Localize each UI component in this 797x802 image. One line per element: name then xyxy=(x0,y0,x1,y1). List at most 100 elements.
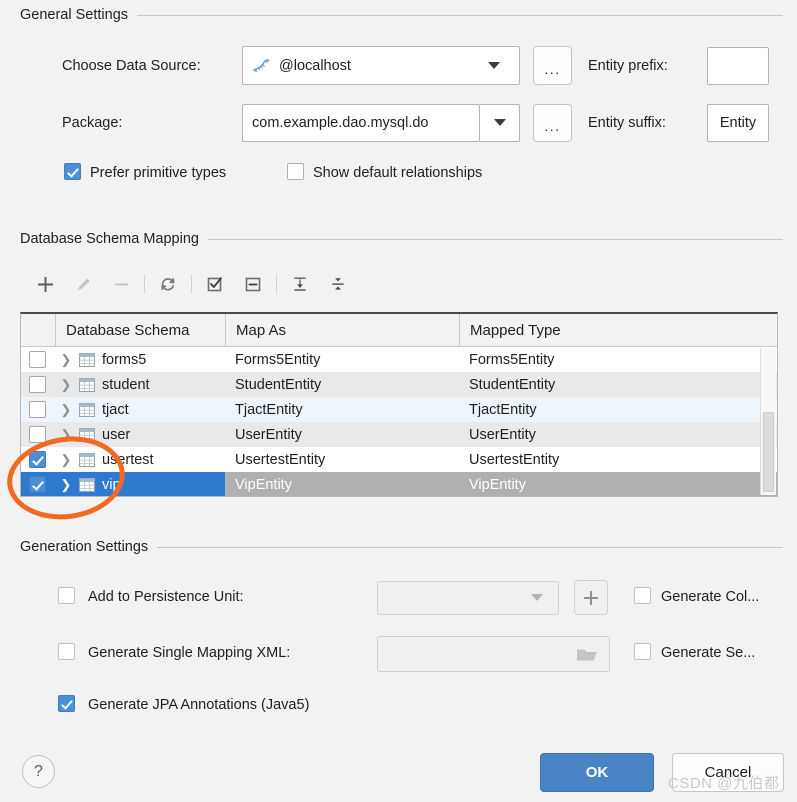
table-body: ❯ forms5 Forms5Entity Forms5Entity ❯ student S… xyxy=(21,347,777,496)
row-map-as-cell[interactable]: UsertestEntity xyxy=(225,447,459,472)
generate-single-mapping-xml-label: Generate Single Mapping XML: xyxy=(88,645,291,661)
row-map-as-cell[interactable]: Forms5Entity xyxy=(225,347,459,372)
remove-button[interactable] xyxy=(102,270,140,298)
row-schema-cell[interactable]: ❯ usertest xyxy=(55,447,225,472)
add-button[interactable] xyxy=(26,270,64,298)
row-map-as-value: UserEntity xyxy=(235,426,302,443)
generate-columns-checkbox[interactable] xyxy=(634,587,651,604)
checked-box-icon xyxy=(207,277,222,292)
data-source-label: Choose Data Source: xyxy=(62,58,201,74)
generate-separate-checkbox[interactable] xyxy=(634,643,651,660)
package-browse-button[interactable]: ... xyxy=(533,104,572,142)
row-mapped-type-value: UsertestEntity xyxy=(469,451,560,468)
chevron-down-icon[interactable] xyxy=(494,119,506,126)
table-row[interactable]: ❯ tjact TjactEntity TjactEntity xyxy=(21,397,777,422)
row-checkbox-cell[interactable] xyxy=(21,397,55,422)
schema-mapping-group-title: Database Schema Mapping xyxy=(20,230,783,248)
row-checkbox-cell[interactable] xyxy=(21,447,55,472)
folder-icon[interactable] xyxy=(576,646,598,667)
row-schema-cell[interactable]: ❯ user xyxy=(55,422,225,447)
generate-single-mapping-xml-checkbox[interactable] xyxy=(58,643,75,660)
package-input[interactable]: com.example.dao.mysql.do xyxy=(242,104,480,142)
deselect-all-button[interactable] xyxy=(234,270,272,298)
generation-settings-group-title: Generation Settings xyxy=(20,538,783,556)
row-map-as-value: UsertestEntity xyxy=(235,451,326,468)
row-map-as-cell[interactable]: TjactEntity xyxy=(225,397,459,422)
row-checkbox[interactable] xyxy=(29,426,46,443)
row-schema-cell[interactable]: ❯ student xyxy=(55,372,225,397)
generate-jpa-annotations-checkbox[interactable] xyxy=(58,695,75,712)
table-row[interactable]: ❯ usertest UsertestEntity UsertestEntity xyxy=(21,447,777,472)
row-checkbox[interactable] xyxy=(29,401,46,418)
chevron-down-icon[interactable] xyxy=(488,62,500,69)
collapse-all-button[interactable] xyxy=(319,270,357,298)
row-schema-name: usertest xyxy=(102,451,154,468)
row-checkbox[interactable] xyxy=(29,451,46,468)
table-row[interactable]: ❯ student StudentEntity StudentEntity xyxy=(21,372,777,397)
chevron-right-icon[interactable]: ❯ xyxy=(55,477,77,493)
prefer-primitive-types-label: Prefer primitive types xyxy=(90,165,227,181)
row-mapped-type-cell[interactable]: UserEntity xyxy=(459,422,777,447)
chevron-right-icon[interactable]: ❯ xyxy=(55,377,77,393)
add-persistence-unit-button[interactable] xyxy=(574,580,608,615)
generate-separate-label: Generate Se... xyxy=(661,645,756,661)
data-source-browse-button[interactable]: ... xyxy=(533,46,572,85)
column-header-mapped-type[interactable]: Mapped Type xyxy=(459,314,777,346)
row-checkbox[interactable] xyxy=(29,351,46,368)
row-schema-cell[interactable]: ❯ vip xyxy=(55,472,225,496)
row-schema-cell[interactable]: ❯ tjact xyxy=(55,397,225,422)
row-map-as-cell[interactable]: VipEntity xyxy=(225,472,459,496)
row-mapped-type-cell[interactable]: Forms5Entity xyxy=(459,347,777,372)
table-row[interactable]: ❯ user UserEntity UserEntity xyxy=(21,422,777,447)
row-map-as-value: TjactEntity xyxy=(235,401,303,418)
table-vertical-scrollbar[interactable] xyxy=(760,348,776,495)
table-row[interactable]: ❯ vip VipEntity VipEntity xyxy=(21,472,777,496)
plus-icon xyxy=(37,276,53,292)
row-mapped-type-cell[interactable]: UsertestEntity xyxy=(459,447,777,472)
row-checkbox-cell[interactable] xyxy=(21,347,55,372)
scrollbar-thumb[interactable] xyxy=(763,412,774,492)
row-checkbox[interactable] xyxy=(29,376,46,393)
data-source-combo[interactable]: @localhost xyxy=(242,46,520,85)
row-checkbox-cell[interactable] xyxy=(21,372,55,397)
row-map-as-cell[interactable]: UserEntity xyxy=(225,422,459,447)
chevron-right-icon[interactable]: ❯ xyxy=(55,402,77,418)
row-checkbox-cell[interactable] xyxy=(21,472,55,496)
show-default-relationships-checkbox[interactable] xyxy=(287,163,304,180)
column-header-map-as[interactable]: Map As xyxy=(225,314,459,346)
chevron-right-icon[interactable]: ❯ xyxy=(55,352,77,368)
add-to-persistence-unit-checkbox[interactable] xyxy=(58,587,75,604)
chevron-down-icon[interactable] xyxy=(531,594,543,601)
table-header-row: Database Schema Map As Mapped Type xyxy=(21,314,777,347)
select-all-button[interactable] xyxy=(196,270,234,298)
row-schema-cell[interactable]: ❯ forms5 xyxy=(55,347,225,372)
table-row[interactable]: ❯ forms5 Forms5Entity Forms5Entity xyxy=(21,347,777,372)
schema-mapping-table[interactable]: Database Schema Map As Mapped Type ❯ form… xyxy=(20,312,778,497)
chevron-right-icon[interactable]: ❯ xyxy=(55,427,77,443)
entity-suffix-input[interactable]: Entity xyxy=(707,104,769,142)
row-checkbox-cell[interactable] xyxy=(21,422,55,447)
row-map-as-cell[interactable]: StudentEntity xyxy=(225,372,459,397)
generate-jpa-annotations-label: Generate JPA Annotations (Java5) xyxy=(88,697,310,713)
column-header-database-schema[interactable]: Database Schema xyxy=(55,314,225,346)
row-mapped-type-cell[interactable]: StudentEntity xyxy=(459,372,777,397)
chevron-right-icon[interactable]: ❯ xyxy=(55,452,77,468)
database-table-icon xyxy=(77,452,97,467)
row-mapped-type-cell[interactable]: TjactEntity xyxy=(459,397,777,422)
unchecked-box-icon xyxy=(245,277,261,292)
database-table-icon xyxy=(77,477,97,492)
expand-all-button[interactable] xyxy=(281,270,319,298)
database-table-icon xyxy=(77,377,97,392)
help-button[interactable]: ? xyxy=(22,755,55,788)
entity-prefix-input[interactable] xyxy=(707,47,769,85)
entity-prefix-label: Entity prefix: xyxy=(588,58,668,74)
prefer-primitive-types-checkbox[interactable] xyxy=(64,163,81,180)
row-checkbox[interactable] xyxy=(29,476,46,493)
row-map-as-value: StudentEntity xyxy=(235,376,322,393)
database-table-icon xyxy=(77,352,97,367)
row-mapped-type-cell[interactable]: VipEntity xyxy=(459,472,777,496)
ok-button[interactable]: OK xyxy=(540,753,654,792)
edit-button[interactable] xyxy=(64,270,102,298)
refresh-button[interactable] xyxy=(149,270,187,298)
row-mapped-type-value: TjactEntity xyxy=(469,401,537,418)
